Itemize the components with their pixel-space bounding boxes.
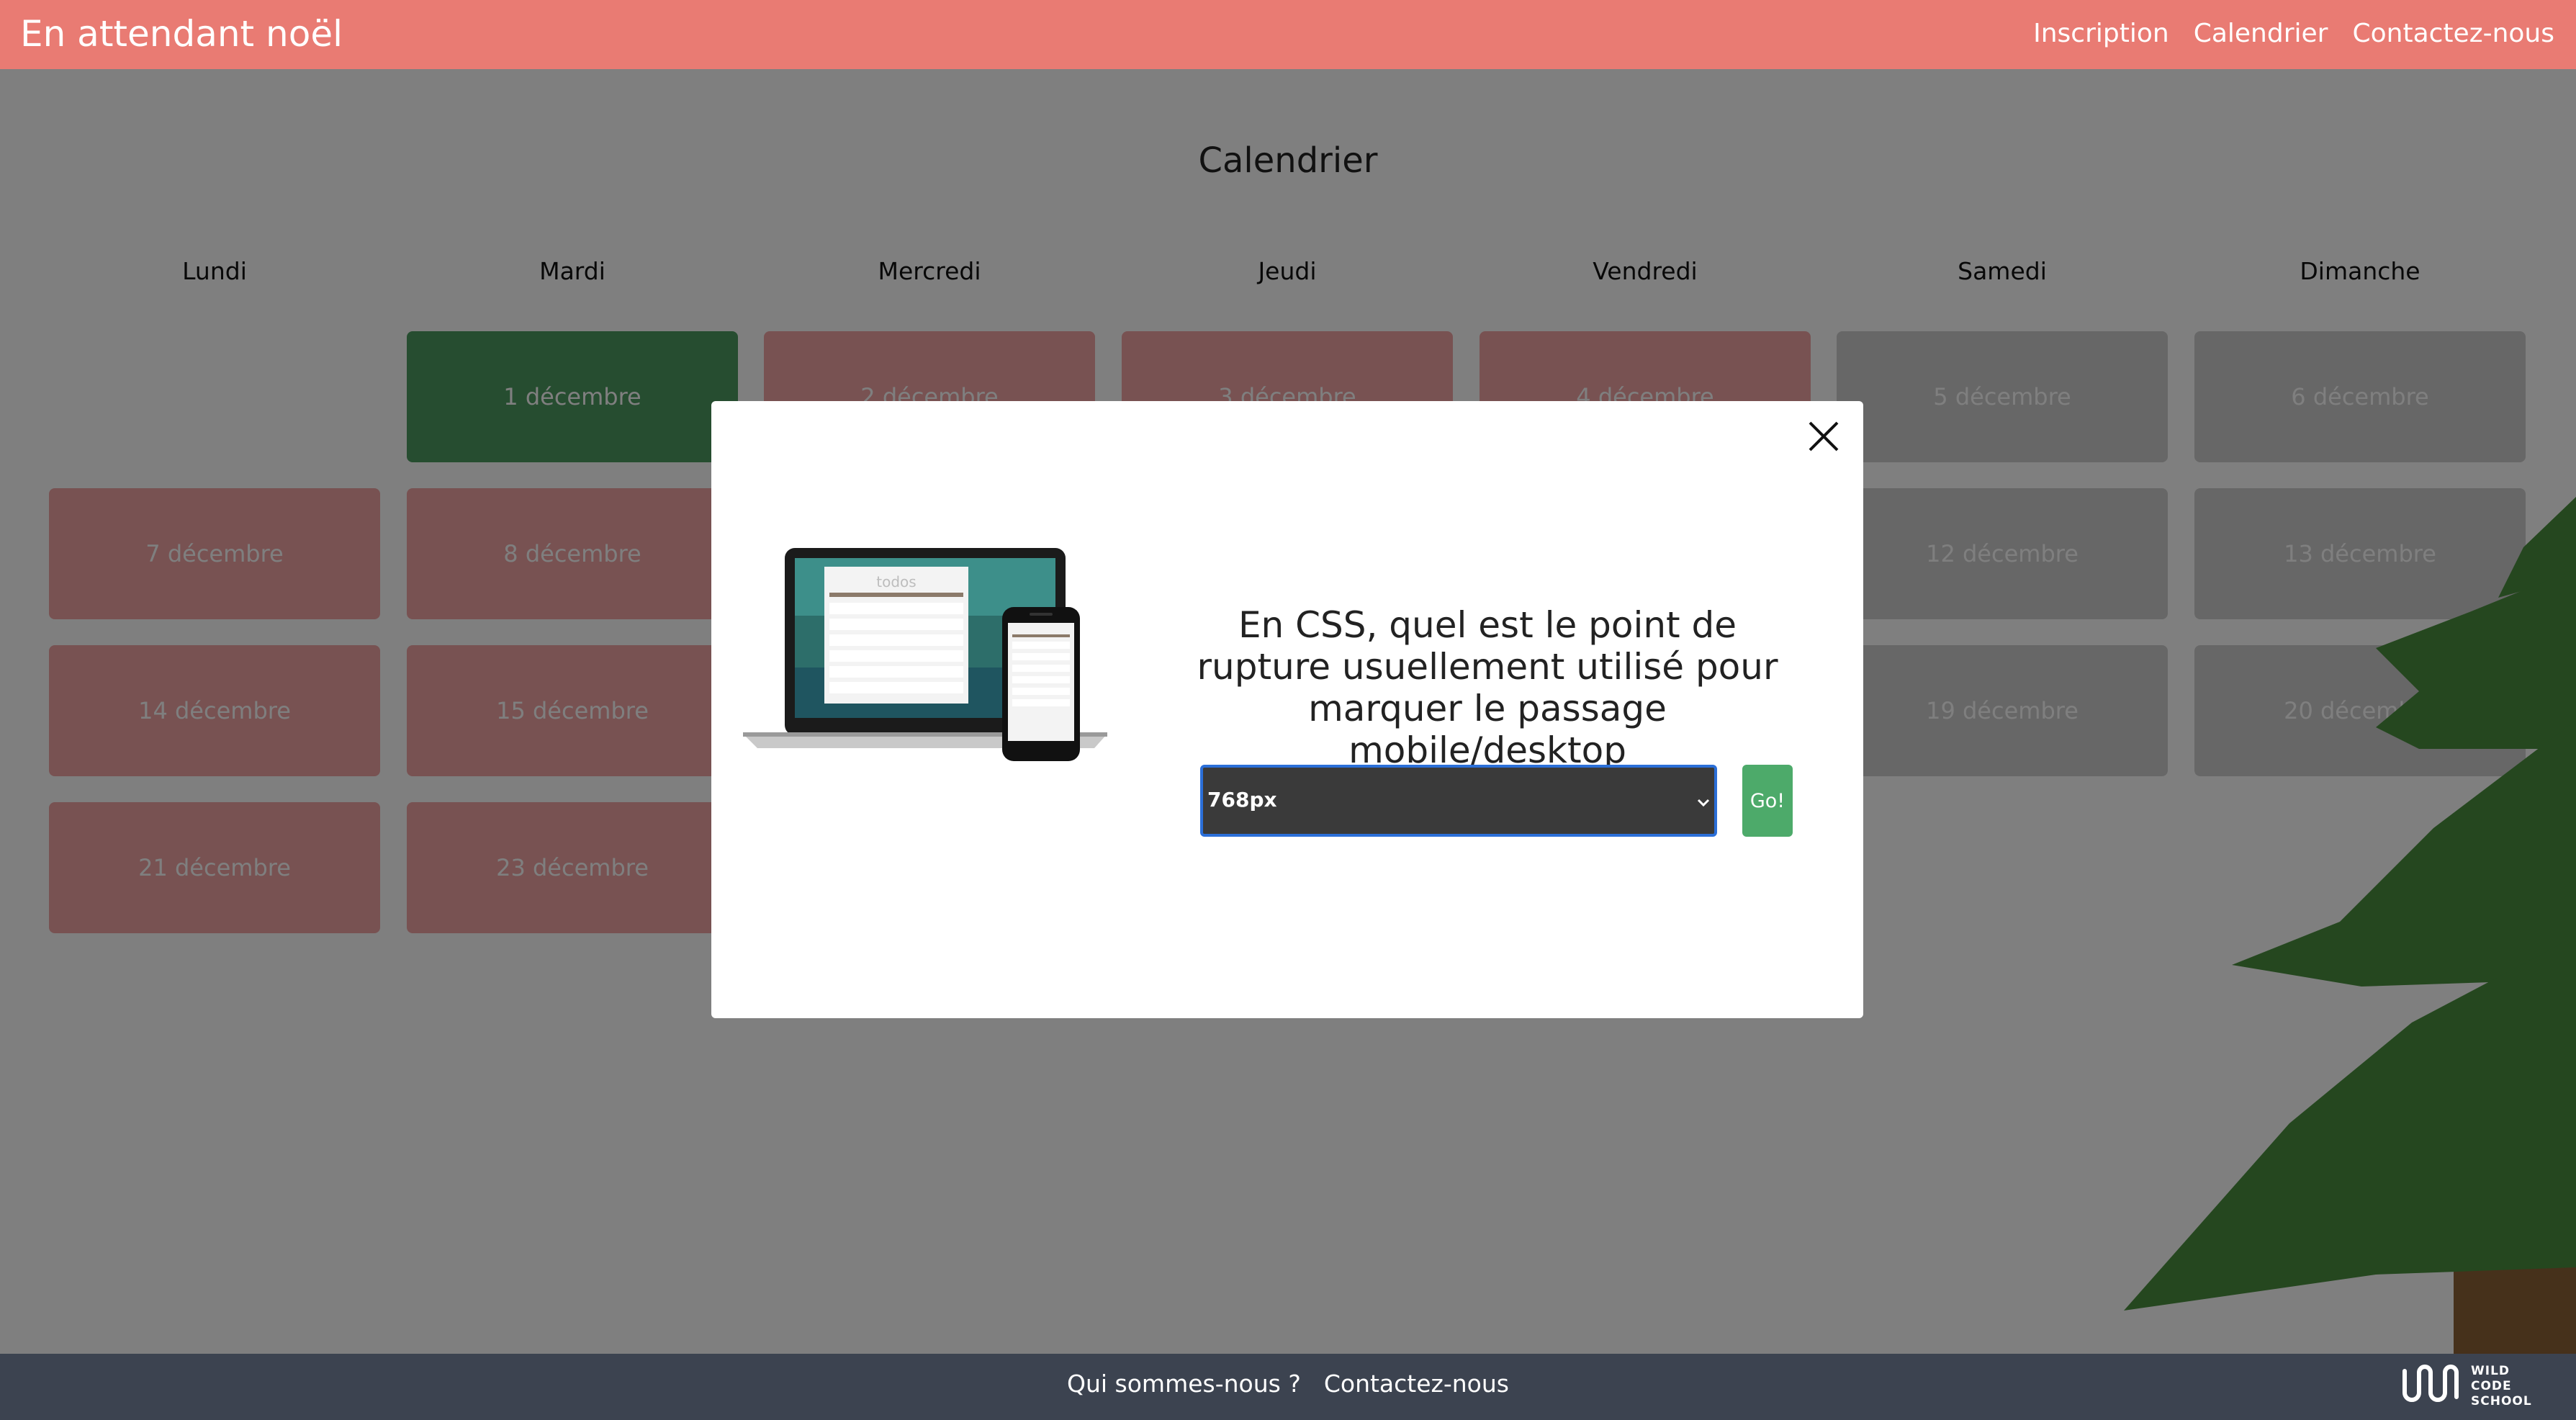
wild-code-school-logo: WILD CODE SCHOOL	[2400, 1361, 2532, 1411]
footer: Qui sommes-nous ? Contactez-nous	[0, 1354, 2576, 1420]
submit-answer-button[interactable]: Go!	[1742, 765, 1793, 837]
footer-link-contact[interactable]: Contactez-nous	[1324, 1370, 1509, 1398]
chevron-down-icon	[1697, 799, 1710, 807]
close-icon[interactable]	[1804, 417, 1843, 456]
wcs-logo-icon	[2402, 1365, 2459, 1402]
quiz-question: En CSS, quel est le point de rupture usu…	[1197, 604, 1778, 771]
wcs-logo-text: WILD CODE SCHOOL	[2471, 1363, 2532, 1408]
question-modal: todos En CSS, quel est le point de ruptu…	[711, 401, 1863, 1018]
footer-links: Qui sommes-nous ? Contactez-nous	[0, 1370, 2576, 1398]
footer-link-about[interactable]: Qui sommes-nous ?	[1067, 1370, 1301, 1398]
answer-select-value: 768px	[1207, 788, 1277, 812]
responsive-devices-illustration: todos	[743, 548, 1107, 761]
answer-select[interactable]: 768px	[1200, 765, 1717, 837]
todos-app-title: todos	[876, 573, 916, 590]
